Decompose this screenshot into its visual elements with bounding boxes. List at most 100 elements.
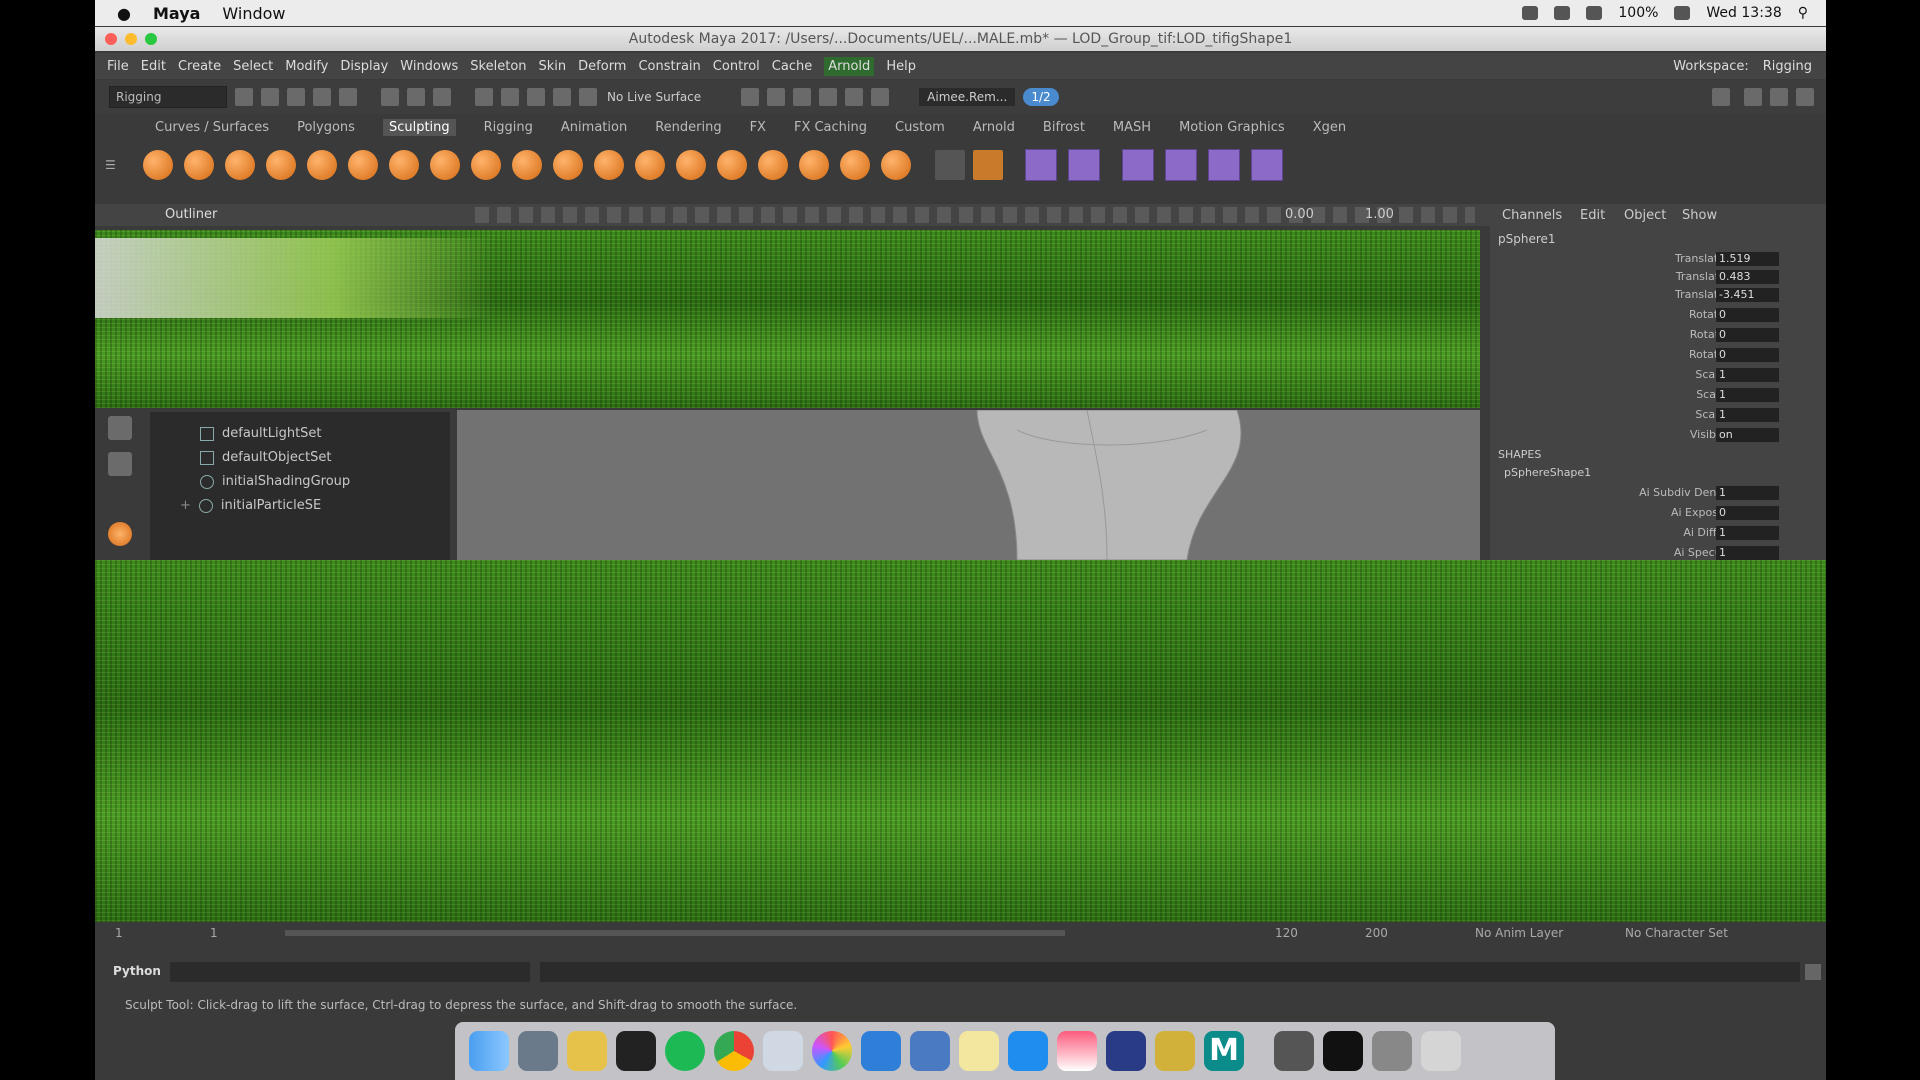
snap-curve-icon[interactable] (501, 88, 519, 106)
repeat-tool-icon[interactable] (471, 150, 501, 180)
channel-box-tab-object[interactable]: Object (1624, 208, 1666, 223)
foamy-tool-icon[interactable] (389, 150, 419, 180)
camera-dropdown[interactable]: Aimee.Rem... (919, 88, 1016, 106)
select-object-icon[interactable] (407, 88, 425, 106)
snap-surface-icon[interactable] (579, 88, 597, 106)
select-component-icon[interactable] (433, 88, 451, 106)
shelf-tab-xgen[interactable]: Xgen (1313, 120, 1346, 135)
live-surface-label[interactable]: No Live Surface (607, 90, 701, 104)
finder-icon[interactable] (469, 1031, 509, 1071)
grab-tool-icon[interactable] (266, 150, 296, 180)
shelf-tab-mash[interactable]: MASH (1113, 120, 1151, 135)
open-scene-icon[interactable] (261, 88, 279, 106)
maya-app-icon[interactable]: M (1204, 1031, 1244, 1071)
outliner-item[interactable]: initialShadingGroup (200, 474, 350, 489)
channel-box-icon[interactable] (1796, 88, 1814, 106)
clock[interactable]: Wed 13:38 (1706, 5, 1781, 21)
trash-icon[interactable] (1421, 1031, 1461, 1071)
amplify-tool-icon[interactable] (799, 150, 829, 180)
flatten-tool-icon[interactable] (348, 150, 378, 180)
attribute-editor-icon[interactable] (1744, 88, 1762, 106)
sculpt-layer-icon[interactable] (973, 150, 1003, 180)
relax-tool-icon[interactable] (225, 150, 255, 180)
app-store-icon[interactable] (1008, 1031, 1048, 1071)
headphones-app-icon[interactable] (1106, 1031, 1146, 1071)
shelf-tab-bifrost[interactable]: Bifrost (1043, 120, 1085, 135)
render-view-icon[interactable] (845, 88, 864, 106)
menu-set-dropdown[interactable]: Rigging (109, 86, 227, 108)
shelf-tab-arnold[interactable]: Arnold (973, 120, 1015, 135)
attr-value-field[interactable]: 1 (1716, 408, 1779, 422)
battery-icon[interactable] (1674, 6, 1691, 20)
spray-tool-icon[interactable] (430, 150, 460, 180)
channel-box-tab-edit[interactable]: Edit (1580, 208, 1605, 223)
attr-value-field[interactable]: 0 (1716, 308, 1779, 322)
shelf-tab-rigging[interactable]: Rigging (484, 120, 533, 135)
select-hierarchy-icon[interactable] (381, 88, 399, 106)
outliner-title[interactable]: Outliner (165, 207, 217, 222)
menu-windows[interactable]: Windows (400, 59, 458, 74)
menu-skin[interactable]: Skin (539, 59, 567, 74)
attr-value-field[interactable]: 1 (1716, 388, 1779, 402)
wrap-deformer-icon[interactable] (1165, 149, 1197, 181)
terminal-icon[interactable] (1323, 1031, 1363, 1071)
shelf-tab-animation[interactable]: Animation (561, 120, 627, 135)
cluster-icon[interactable] (1208, 149, 1240, 181)
notes-icon[interactable] (959, 1031, 999, 1071)
preview-icon[interactable] (763, 1031, 803, 1071)
menu-display[interactable]: Display (340, 59, 388, 74)
minimize-window-button[interactable] (125, 33, 137, 45)
sculpt-mesh[interactable] (957, 410, 1257, 560)
expand-icon[interactable]: + (180, 498, 191, 513)
sculpt-tool-icon[interactable] (143, 150, 173, 180)
command-language[interactable]: Python (113, 964, 161, 978)
current-frame[interactable]: 1 (210, 926, 218, 940)
deformer-icon[interactable] (1122, 149, 1154, 181)
far-clip-value[interactable]: 1.00 (1365, 207, 1394, 222)
shelf-tab-curves[interactable]: Curves / Surfaces (155, 120, 269, 135)
hypershade-icon[interactable] (819, 88, 838, 106)
smear-tool-icon[interactable] (717, 150, 747, 180)
render-settings-icon[interactable] (793, 88, 812, 106)
wax-tool-icon[interactable] (553, 150, 583, 180)
system-prefs-icon[interactable] (616, 1031, 656, 1071)
preview-app-icon[interactable] (910, 1031, 950, 1071)
spotify-icon[interactable] (665, 1031, 705, 1071)
channel-box-tab-channels[interactable]: Channels (1502, 208, 1562, 223)
downloads-stack-icon[interactable] (1274, 1031, 1314, 1071)
blend-shape-icon[interactable] (1025, 149, 1057, 181)
anim-layer-dropdown[interactable]: No Anim Layer (1475, 926, 1563, 940)
attr-value-field[interactable]: 1 (1716, 546, 1779, 560)
snap-view-icon[interactable] (553, 88, 571, 106)
attr-value-field[interactable]: 1.519 (1716, 252, 1779, 266)
freeze-tool-icon[interactable] (840, 150, 870, 180)
attr-value-field[interactable]: 1 (1716, 526, 1779, 540)
shelf-tab-polygons[interactable]: Polygons (297, 120, 355, 135)
sidebar-toggle[interactable]: 1/2 (1023, 88, 1059, 106)
convert-to-frozen-icon[interactable] (881, 150, 911, 180)
launchpad-icon[interactable] (518, 1031, 558, 1071)
range-slider[interactable] (285, 930, 1065, 936)
tray-icon[interactable] (1522, 6, 1539, 20)
photos-icon[interactable] (812, 1031, 852, 1071)
sculpt-settings-icon[interactable] (935, 150, 965, 180)
tool-settings-icon[interactable] (1770, 88, 1788, 106)
menu-edit[interactable]: Edit (141, 59, 166, 74)
itunes-icon[interactable] (1057, 1031, 1097, 1071)
pencil-app-icon[interactable] (567, 1031, 607, 1071)
sculpt-active-tool-icon[interactable] (108, 522, 132, 546)
shelf-tab-rendering[interactable]: Rendering (655, 120, 721, 135)
shelf-tab-fx[interactable]: FX (750, 120, 766, 135)
smooth-tool-icon[interactable] (184, 150, 214, 180)
arnold-render-icon[interactable] (871, 88, 890, 106)
ipr-render-icon[interactable] (767, 88, 786, 106)
render-icon[interactable] (741, 88, 760, 106)
menu-select[interactable]: Select (233, 59, 273, 74)
attr-value-field[interactable]: 1 (1716, 368, 1779, 382)
attr-value-field[interactable]: 0 (1716, 328, 1779, 342)
window-menu[interactable]: Window (222, 4, 285, 23)
near-clip-value[interactable]: 0.00 (1285, 207, 1314, 222)
attr-value-field[interactable]: -3.451 (1716, 288, 1779, 302)
close-window-button[interactable] (105, 33, 117, 45)
attr-value-field[interactable]: 0 (1716, 506, 1779, 520)
